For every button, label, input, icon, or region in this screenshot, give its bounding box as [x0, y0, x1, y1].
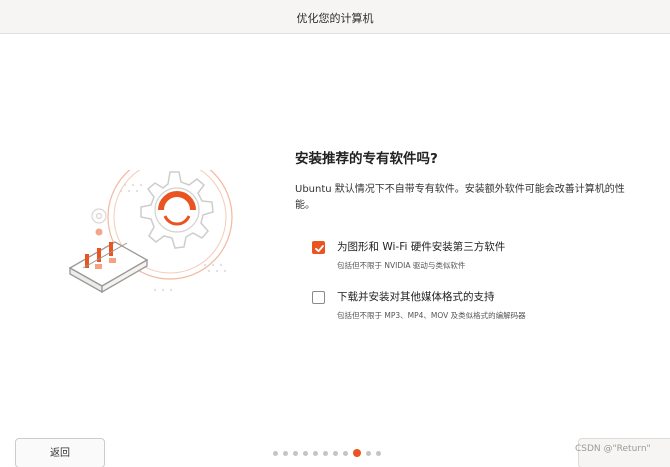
- main-content: 安装推荐的专有软件吗? Ubuntu 默认情况下不自带专有软件。安装额外软件可能…: [295, 150, 645, 214]
- installer-window: 优化您的计算机 安装推荐的专有软件吗? Ubuntu 默认情况下不自带专有软件。…: [0, 0, 670, 467]
- page-indicator: [273, 449, 386, 457]
- media-formats-label: 下载并安装对其他媒体格式的支持: [337, 291, 495, 303]
- pager-dot: [323, 450, 328, 456]
- checkmark-icon: [315, 245, 324, 253]
- third-party-checkbox[interactable]: [312, 241, 325, 254]
- pager-dot: [303, 450, 308, 456]
- hardware-board-icon: [68, 241, 149, 294]
- pager-dot: [333, 450, 338, 456]
- gear-hardware-illustration: [68, 170, 233, 294]
- watermark: CSDN @"Return": [575, 444, 651, 454]
- media-formats-checkbox[interactable]: [312, 291, 325, 304]
- pager-dot: [366, 450, 371, 456]
- title-bar: 优化您的计算机: [0, 0, 670, 34]
- back-button[interactable]: 返回: [15, 438, 105, 467]
- third-party-label: 为图形和 Wi-Fi 硬件安装第三方软件: [337, 241, 506, 253]
- pager-dot: [283, 450, 288, 456]
- pager-dot: [273, 450, 278, 456]
- small-gear-icon: [91, 208, 107, 224]
- pager-dot: [376, 450, 381, 456]
- page-heading: 安装推荐的专有软件吗?: [295, 151, 438, 167]
- page-description: Ubuntu 默认情况下不自带专有软件。安装额外软件可能会改善计算机的性能。: [295, 184, 625, 211]
- pager-dot: [343, 450, 348, 456]
- media-formats-sublabel: 包括但不限于 MP3、MP4、MOV 及类似格式的编解码器: [337, 311, 526, 320]
- pager-dot: [313, 450, 318, 456]
- third-party-sublabel: 包括但不限于 NVIDIA 驱动与类似软件: [337, 261, 466, 270]
- pager-dot: [293, 450, 298, 456]
- pager-dot-active: [353, 449, 361, 457]
- window-title: 优化您的计算机: [296, 12, 374, 25]
